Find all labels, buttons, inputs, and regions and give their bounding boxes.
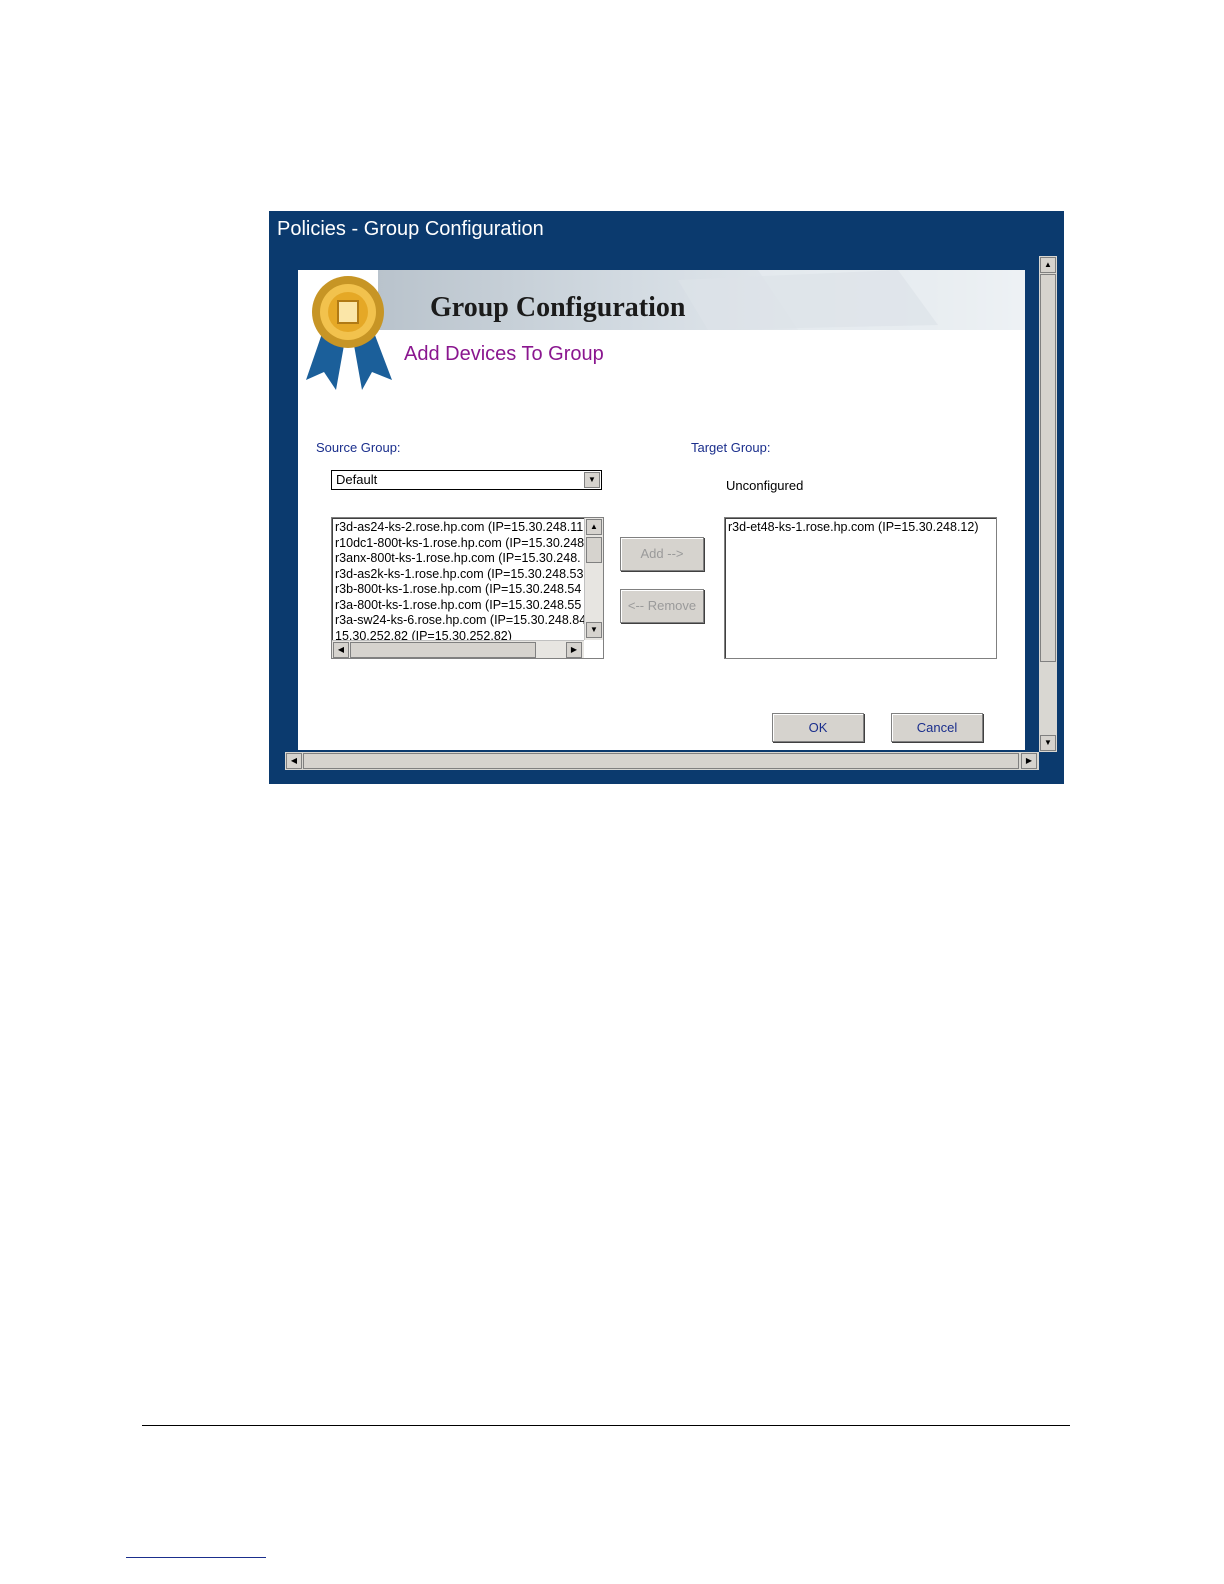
- window-title: Policies - Group Configuration: [277, 218, 544, 240]
- scroll-up-icon[interactable]: ▲: [586, 519, 602, 535]
- window-vscrollbar[interactable]: ▲ ▼: [1039, 256, 1057, 752]
- target-group-label: Target Group:: [691, 440, 771, 455]
- chevron-down-icon[interactable]: ▼: [584, 472, 600, 488]
- banner: Group Configuration: [378, 270, 1025, 330]
- scroll-thumb[interactable]: [1040, 274, 1056, 662]
- add-button[interactable]: Add -->: [620, 537, 704, 571]
- scroll-down-icon[interactable]: ▼: [586, 622, 602, 638]
- list-item[interactable]: r3anx-800t-ks-1.rose.hp.com (IP=15.30.24…: [332, 551, 584, 567]
- scroll-thumb[interactable]: [350, 642, 536, 658]
- scroll-up-icon[interactable]: ▲: [1040, 257, 1056, 273]
- source-group-label: Source Group:: [316, 440, 401, 455]
- scroll-thumb[interactable]: [586, 537, 602, 563]
- scroll-left-icon[interactable]: ◀: [286, 753, 302, 769]
- source-device-list[interactable]: r3d-as24-ks-2.rose.hp.com (IP=15.30.248.…: [331, 517, 604, 659]
- footer-link-underline: [126, 1557, 266, 1558]
- scroll-down-icon[interactable]: ▼: [1040, 735, 1056, 751]
- window-hscrollbar[interactable]: ◀ ▶: [285, 752, 1039, 770]
- source-list-vscrollbar[interactable]: ▲ ▼: [584, 518, 603, 640]
- award-ribbon-icon: [306, 276, 392, 390]
- list-item[interactable]: r10dc1-800t-ks-1.rose.hp.com (IP=15.30.2…: [332, 536, 584, 552]
- scroll-thumb[interactable]: [303, 753, 1019, 769]
- scroll-right-icon[interactable]: ▶: [1021, 753, 1037, 769]
- banner-title: Group Configuration: [430, 292, 686, 323]
- target-device-list[interactable]: r3d-et48-ks-1.rose.hp.com (IP=15.30.248.…: [724, 517, 997, 659]
- list-item[interactable]: r3a-sw24-ks-6.rose.hp.com (IP=15.30.248.…: [332, 613, 584, 629]
- list-item[interactable]: r3d-as24-ks-2.rose.hp.com (IP=15.30.248.…: [332, 520, 584, 536]
- page-subtitle: Add Devices To Group: [404, 343, 604, 365]
- target-group-name: Unconfigured: [726, 478, 804, 493]
- list-item[interactable]: r3d-as2k-ks-1.rose.hp.com (IP=15.30.248.…: [332, 567, 584, 583]
- list-item[interactable]: r3b-800t-ks-1.rose.hp.com (IP=15.30.248.…: [332, 582, 584, 598]
- list-item[interactable]: r3d-et48-ks-1.rose.hp.com (IP=15.30.248.…: [725, 518, 996, 536]
- ok-button[interactable]: OK: [772, 713, 864, 742]
- scroll-left-icon[interactable]: ◀: [333, 642, 349, 658]
- scroll-right-icon[interactable]: ▶: [566, 642, 582, 658]
- source-group-select[interactable]: Default ▼: [331, 470, 602, 490]
- source-list-hscrollbar[interactable]: ◀ ▶: [332, 640, 584, 658]
- list-item[interactable]: r3a-800t-ks-1.rose.hp.com (IP=15.30.248.…: [332, 598, 584, 614]
- remove-button[interactable]: <-- Remove: [620, 589, 704, 623]
- dialog-content: Group Configuration Add Devices To Group…: [298, 270, 1025, 750]
- cancel-button[interactable]: Cancel: [891, 713, 983, 742]
- footer-divider: [142, 1425, 1070, 1426]
- source-group-selected: Default: [336, 472, 378, 487]
